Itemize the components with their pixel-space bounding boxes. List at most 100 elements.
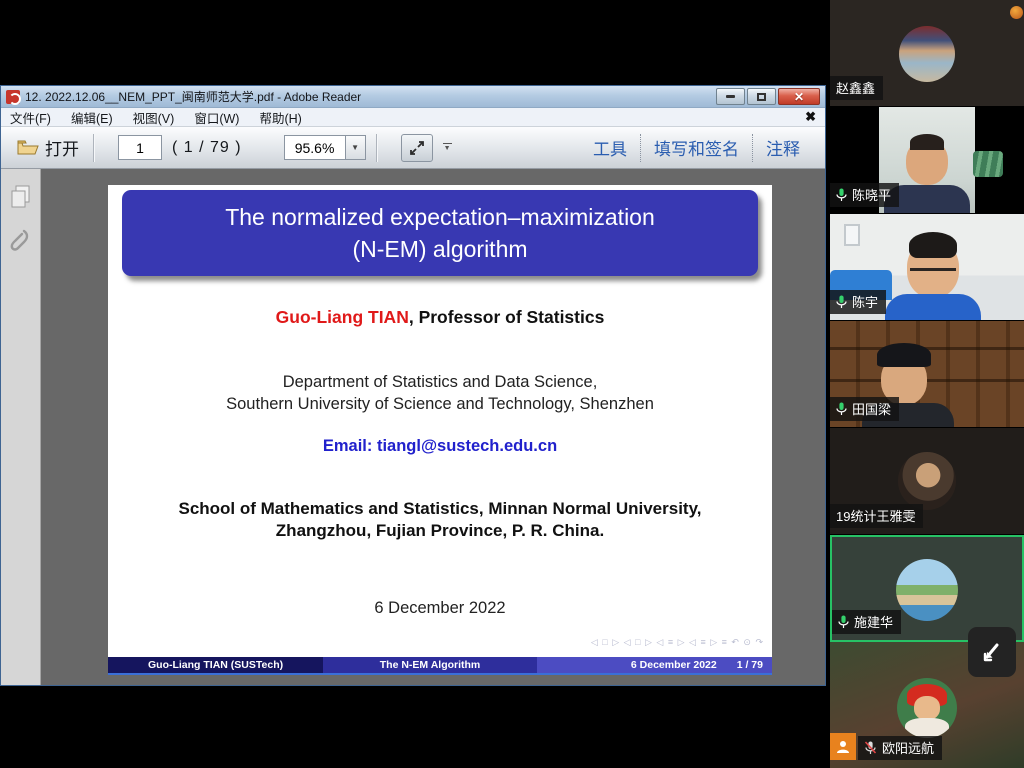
- baseball-cap: [877, 343, 931, 367]
- page-number-input[interactable]: [118, 135, 162, 160]
- footer-page-number: 1 / 79: [737, 659, 763, 671]
- toolbar-separator: [376, 134, 377, 162]
- popout-arrow-icon: [979, 639, 1005, 665]
- page-count-label: ( 1 / 79 ): [172, 139, 242, 157]
- author-title: , Professor of Statistics: [409, 307, 604, 327]
- slide-title-box: The normalized expectation–maximization …: [122, 190, 758, 276]
- adobe-pdf-icon: [6, 90, 20, 104]
- participant-name: 赵鑫鑫: [836, 78, 875, 97]
- folder-open-icon: [17, 139, 39, 156]
- menu-bar: 文件(F) 编辑(E) 视图(V) 窗口(W) 帮助(H) ✖: [1, 108, 825, 127]
- avatar: [899, 26, 955, 82]
- slide-date: 6 December 2022: [108, 599, 772, 618]
- minimize-button[interactable]: [716, 88, 745, 105]
- participant-name-tag: 19统计王雅雯: [830, 504, 923, 528]
- open-label: 打开: [45, 135, 79, 160]
- pan-zoom-button[interactable]: [401, 134, 433, 162]
- right-tool-panel: 工具 填写和签名 注释: [580, 133, 813, 163]
- participant-name-tag: 欧阳远航: [858, 736, 942, 760]
- participant-name-tag: 陈晓平: [830, 183, 899, 207]
- mic-on-icon: [836, 402, 847, 416]
- meeting-sidebar: 赵鑫鑫 陈晓平 陈宇: [830, 0, 1024, 768]
- popout-view-button[interactable]: [968, 627, 1016, 677]
- participant-name-tag: 田国梁: [830, 397, 899, 421]
- fill-sign-button[interactable]: 填写和签名: [641, 135, 752, 160]
- mic-muted-icon: [864, 741, 877, 755]
- beamer-navigation-symbols[interactable]: ◁ □ ▷ ◁ □ ▷ ◁ ≡ ▷ ◁ ≡ ▷ ≡ ↶ ⊙ ↷: [591, 637, 764, 648]
- participant-tile[interactable]: 陈晓平: [830, 107, 1024, 214]
- attachments-paperclip-icon[interactable]: [10, 227, 32, 257]
- menu-edit[interactable]: 编辑(E): [71, 108, 113, 127]
- person-badge: [830, 733, 856, 760]
- menu-window[interactable]: 窗口(W): [194, 108, 239, 127]
- participant-name: 田国梁: [852, 399, 891, 418]
- email-line: Email: tiangl@sustech.edu.cn: [108, 437, 772, 456]
- footer-date: 6 December 2022: [631, 659, 717, 671]
- tools-button[interactable]: 工具: [580, 135, 640, 160]
- landscape-avatar: [896, 559, 958, 621]
- toolbar: 打开 ( 1 / 79 ) 工具 填写和签名 注释: [1, 127, 825, 169]
- toolbar-separator: [93, 134, 94, 162]
- participant-tile[interactable]: 19统计王雅雯: [830, 428, 1024, 535]
- comment-button[interactable]: 注释: [753, 135, 813, 160]
- document-area: The normalized expectation–maximization …: [1, 169, 825, 685]
- participant-name: 陈晓平: [852, 185, 891, 204]
- cartoon-avatar: [897, 678, 957, 738]
- pdf-page: The normalized expectation–maximization …: [108, 185, 772, 675]
- document-close-icon[interactable]: ✖: [805, 109, 816, 125]
- slide-title-line1: The normalized expectation–maximization: [225, 201, 655, 233]
- menu-help[interactable]: 帮助(H): [259, 108, 301, 127]
- navigation-pane: [1, 169, 41, 685]
- diagonal-arrows-icon: [409, 140, 425, 156]
- adobe-reader-window: 12. 2022.12.06__NEM_PPT_闽南师范大学.pdf - Ado…: [0, 85, 826, 686]
- avatar: [898, 452, 956, 510]
- close-button[interactable]: ✕: [778, 88, 820, 105]
- bookshelf: [830, 379, 1024, 382]
- cartoon-face: [914, 696, 940, 720]
- glasses: [910, 268, 956, 278]
- author-line: Guo-Liang TIAN, Professor of Statistics: [108, 307, 772, 328]
- mic-on-icon: [838, 615, 849, 629]
- participant-tile-active-speaker[interactable]: 施建华: [830, 535, 1024, 642]
- zoom-level-input[interactable]: [284, 135, 346, 160]
- participant-name: 19统计王雅雯: [836, 506, 915, 525]
- notification-dot: [1010, 6, 1023, 19]
- participant-name: 欧阳远航: [882, 738, 934, 757]
- page-thumbnails-icon[interactable]: [10, 185, 32, 209]
- menu-file[interactable]: 文件(F): [10, 108, 51, 127]
- author-name: Guo-Liang TIAN: [276, 307, 409, 327]
- participant-tile[interactable]: 田国梁: [830, 321, 1024, 428]
- menu-view[interactable]: 视图(V): [133, 108, 175, 127]
- footer-author: Guo-Liang TIAN (SUSTech): [108, 657, 323, 673]
- window-title: 12. 2022.12.06__NEM_PPT_闽南师范大学.pdf - Ado…: [25, 88, 716, 105]
- restore-button[interactable]: [747, 88, 776, 105]
- participant-face: [906, 139, 948, 185]
- participant-tile[interactable]: 陈宇: [830, 214, 1024, 321]
- toolbar-more-dropdown[interactable]: [443, 143, 452, 152]
- participant-name-tag: 赵鑫鑫: [830, 76, 883, 100]
- mic-on-icon: [836, 188, 847, 202]
- participant-name: 施建华: [854, 612, 893, 631]
- footer-right: 6 December 2022 1 / 79: [537, 657, 772, 673]
- participant-body: [885, 294, 981, 320]
- participant-name-tag: 施建华: [832, 610, 901, 634]
- titlebar[interactable]: 12. 2022.12.06__NEM_PPT_闽南师范大学.pdf - Ado…: [1, 86, 825, 108]
- close-icon: ✕: [794, 90, 804, 104]
- open-button[interactable]: 打开: [13, 133, 83, 162]
- participant-tile[interactable]: 赵鑫鑫: [830, 0, 1024, 107]
- department-line2: Southern University of Science and Techn…: [108, 395, 772, 414]
- wall-picture: [844, 224, 860, 246]
- person-icon: [835, 739, 851, 755]
- slide-footer: Guo-Liang TIAN (SUSTech) The N-EM Algori…: [108, 657, 772, 673]
- background-plants: [973, 151, 1003, 177]
- minimize-icon: [726, 95, 735, 98]
- restore-icon: [757, 93, 766, 101]
- slide-title-line2: (N-EM) algorithm: [352, 233, 527, 265]
- mic-on-icon: [836, 295, 847, 309]
- participant-name: 陈宇: [852, 292, 878, 311]
- footer-title: The N-EM Algorithm: [323, 657, 537, 673]
- zoom-dropdown-button[interactable]: [346, 135, 366, 160]
- participant-name-tag: 陈宇: [830, 290, 886, 314]
- school-line2: Zhangzhou, Fujian Province, P. R. China.: [108, 521, 772, 541]
- department-line1: Department of Statistics and Data Scienc…: [108, 373, 772, 392]
